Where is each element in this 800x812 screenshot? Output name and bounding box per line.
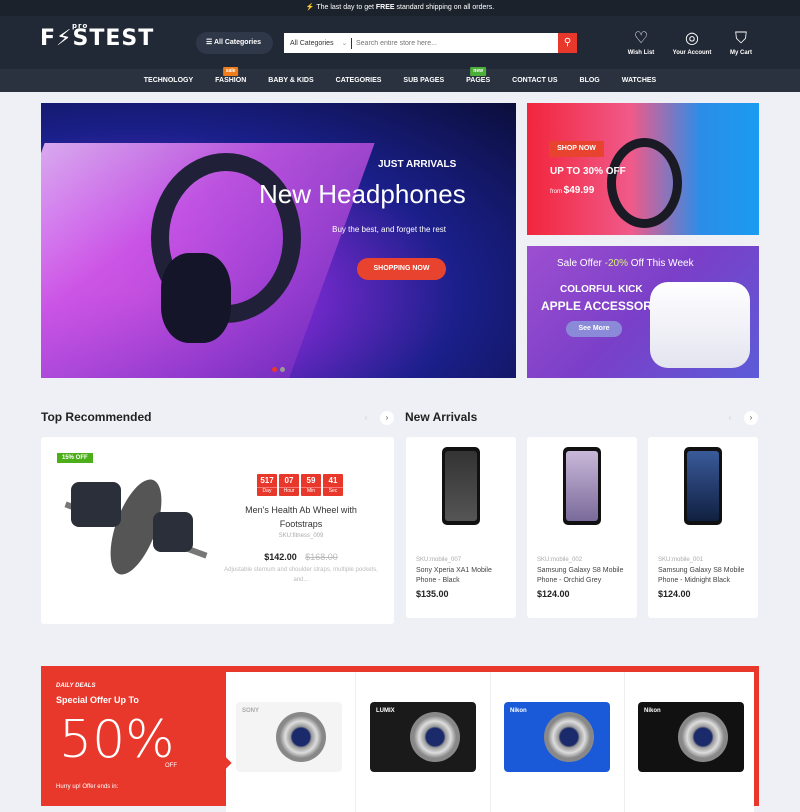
main-nav: TECHNOLOGY FASHION sale BABY & KIDS CATEGORI… [0,67,800,92]
search-input[interactable] [352,34,558,52]
search-button[interactable]: ⚲ [558,33,577,53]
prev-arrow[interactable]: ‹ [723,411,737,425]
promo-banner-headphones[interactable]: SHOP NOW UP TO 30% OFF from $49.99 [527,103,759,235]
product-name[interactable]: Samsung Galaxy S8 Mobile Phone - Midnigh… [658,566,753,586]
shop-now-button[interactable]: SHOP NOW [549,141,604,157]
product-name[interactable]: Sony Xperia XA1 Mobile Phone - Black [416,566,511,586]
announcement-bar: ⚡ The last day to get FREE standard ship… [0,0,800,16]
headphones-image [607,138,682,228]
product-name[interactable]: Men's Health Ab Wheel with Footstraps [231,503,371,531]
heart-icon: ♡ [633,30,649,47]
daily-deals-section: DAILY DEALS Special Offer Up To 50% OFF … [41,666,759,812]
section-title: Top Recommended [41,410,152,424]
product-card[interactable]: SKU:mobile_001 Samsung Galaxy S8 Mobile … [648,437,758,618]
logo[interactable]: pro F⚡STEST [40,22,154,51]
camera-image[interactable]: LUMIX [370,702,476,772]
camera-image[interactable]: Nikon [504,702,610,772]
featured-product-card[interactable]: 15% OFF 517 Day 07 Hour 59 Min 41 Sec Men's Hea… [41,437,394,624]
slide-dot-active[interactable] [272,367,277,372]
user-icon: ◎ [685,30,699,47]
product-card[interactable]: SKU:mobile_007 Sony Xperia XA1 Mobile Ph… [406,437,516,618]
section-title: New Arrivals [405,410,478,424]
phone-image [442,447,480,525]
countdown-hour: 07 Hour [279,474,299,496]
lightning-icon: ⚡ [305,4,315,11]
nav-item-contact-us[interactable]: CONTACT US [501,69,568,92]
nav-item-blog[interactable]: BLOG [569,69,611,92]
hero-slider[interactable]: JUST ARRIVALS New Headphones Buy the bes… [41,103,516,378]
shopping-bag-icon: ⛉ [734,30,747,47]
countdown-day: 517 Day [257,474,277,496]
search-bar: All Categories ⌄ ⚲ [284,33,577,53]
wishlist-link[interactable]: ♡ Wish List [619,28,663,56]
product-card[interactable]: SKU:mobile_002 Samsung Galaxy S8 Mobile … [527,437,637,618]
nav-item-technology[interactable]: TECHNOLOGY [133,69,204,92]
discount-badge: 15% OFF [57,453,93,463]
chevron-down-icon: ⌄ [341,39,348,47]
countdown-timer: 517 Day 07 Hour 59 Min 41 Sec [256,474,344,497]
countdown-sec: 41 Sec [323,474,343,496]
see-more-button[interactable]: See More [566,321,622,337]
search-icon: ⚲ [563,37,572,48]
search-category-select[interactable]: All Categories ⌄ [284,37,352,49]
airpods-image [650,282,750,368]
nav-item-categories[interactable]: CATEGORIES [325,69,393,92]
shopping-now-button[interactable]: SHOPPING NOW [357,258,446,280]
phone-image [684,447,722,525]
nav-item-watches[interactable]: WATCHES [611,69,667,92]
slide-dot[interactable] [280,367,285,372]
promo-banner-airpods[interactable]: Sale Offer -20% Off This Week COLORFUL K… [527,246,759,378]
nav-badge: sale [222,67,239,76]
nav-item-fashion[interactable]: FASHION sale [204,67,257,92]
menu-icon: ☰ [206,39,213,46]
phone-image [563,447,601,525]
nav-item-baby-kids[interactable]: BABY & KIDS [257,69,324,92]
camera-image[interactable]: SONY [236,702,342,772]
next-arrow[interactable]: › [380,411,394,425]
nav-badge: new [470,67,487,76]
prev-arrow[interactable]: ‹ [359,411,373,425]
all-categories-button[interactable]: ☰ All Categories [196,32,273,54]
product-name[interactable]: Samsung Galaxy S8 Mobile Phone - Orchid … [537,566,632,586]
cart-link[interactable]: ⛉ My Cart [719,28,763,56]
next-arrow[interactable]: › [744,411,758,425]
nav-item-pages[interactable]: PAGES new [455,67,501,92]
deals-products: SONY LUMIX Nikon Nikon [226,672,754,812]
account-link[interactable]: ◎ Your Account [670,28,714,56]
camera-image[interactable]: Nikon [638,702,744,772]
nav-item-sub-pages[interactable]: SUB PAGES [392,69,455,92]
header: pro F⚡STEST ☰ All Categories All Categori… [0,16,800,69]
countdown-min: 59 Min [301,474,321,496]
